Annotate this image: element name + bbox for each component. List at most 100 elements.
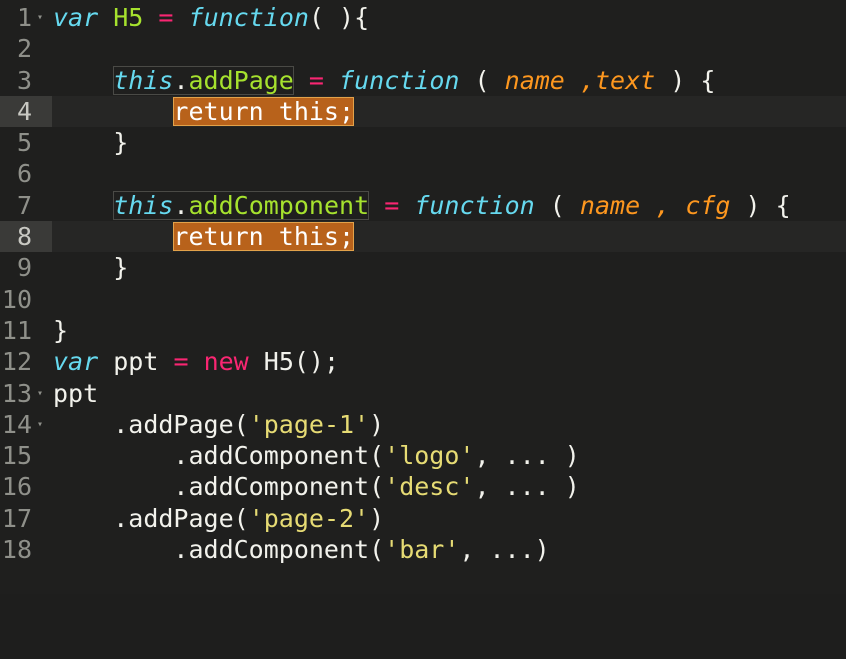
- line-number: 10: [1, 284, 32, 314]
- code-line-active[interactable]: 4 return this;: [0, 95, 846, 128]
- token-method-call: .addComponent(: [173, 535, 385, 565]
- code-text: .addComponent('bar', ...): [53, 534, 550, 565]
- code-line[interactable]: 18 .addComponent('bar', ...): [0, 534, 846, 565]
- line-gutter: 5: [0, 127, 52, 158]
- token-param: cfg: [685, 190, 731, 220]
- token-punct: ): [369, 409, 385, 439]
- line-number: 17: [1, 503, 32, 533]
- token-param: name: [579, 190, 641, 220]
- code-text: var ppt = new H5();: [53, 346, 339, 377]
- line-number: 18: [1, 535, 32, 565]
- code-line[interactable]: 12 var ppt = new H5();: [0, 346, 846, 377]
- code-line-active[interactable]: 8 return this;: [0, 221, 846, 253]
- code-line[interactable]: 17 .addPage('page-2'): [0, 503, 846, 534]
- token-string: 'logo': [384, 441, 475, 471]
- code-line[interactable]: 15 .addComponent('logo', ... ): [0, 440, 846, 471]
- code-line[interactable]: 1 ▾ var H5 = function( ){: [0, 2, 846, 33]
- line-number: 2: [16, 34, 32, 64]
- token-keyword: function: [188, 3, 309, 32]
- code-line[interactable]: 7 this.addComponent = function ( name , …: [0, 190, 846, 221]
- code-line[interactable]: 2: [0, 33, 846, 64]
- token-punct: , ... ): [474, 472, 580, 502]
- token-keyword: function: [339, 65, 460, 95]
- line-number: 9: [16, 253, 32, 283]
- token-identifier: ppt: [53, 378, 99, 408]
- code-line[interactable]: 16 .addComponent('desc', ... ): [0, 471, 846, 502]
- token-string: 'bar': [384, 535, 460, 565]
- code-line[interactable]: 5 }: [0, 127, 846, 158]
- line-number: 4: [16, 96, 32, 126]
- code-text: }: [53, 252, 128, 283]
- line-gutter: 2: [0, 33, 52, 64]
- token-punct: ): [369, 503, 385, 533]
- line-gutter: 7: [0, 190, 52, 221]
- line-gutter: 16: [0, 471, 52, 502]
- token-punct: (: [474, 65, 490, 95]
- line-gutter: 17: [0, 503, 52, 534]
- line-gutter: 8: [0, 221, 52, 253]
- token-punct: ) {: [670, 65, 716, 95]
- code-text: var H5 = function( ){: [53, 2, 369, 33]
- code-text: return this;: [53, 96, 355, 127]
- token-operator: =: [173, 347, 189, 377]
- token-string: 'page-2': [248, 503, 370, 533]
- token-operator: =: [158, 3, 174, 32]
- code-line[interactable]: 11 }: [0, 315, 846, 346]
- token-operator: =: [384, 190, 400, 220]
- fold-arrow-icon[interactable]: ▾: [37, 2, 43, 33]
- code-text: .addPage('page-1'): [53, 409, 384, 440]
- line-gutter: 14 ▾: [0, 409, 52, 440]
- token-keyword: function: [414, 190, 535, 220]
- line-number: 5: [16, 128, 32, 158]
- fold-arrow-icon[interactable]: ▾: [37, 409, 43, 440]
- line-gutter: 4: [0, 95, 52, 128]
- line-gutter: 11: [0, 315, 52, 346]
- code-text: }: [53, 315, 68, 346]
- line-number: 14: [1, 409, 32, 439]
- code-line[interactable]: 14 ▾ .addPage('page-1'): [0, 409, 846, 440]
- code-text: .addPage('page-2'): [53, 503, 384, 534]
- token-this: this: [113, 65, 174, 95]
- code-text: this.addComponent = function ( name , cf…: [53, 190, 790, 221]
- code-line[interactable]: 13 ▾ ppt: [0, 378, 846, 409]
- code-line[interactable]: 9 }: [0, 252, 846, 283]
- line-number: 12: [1, 347, 32, 377]
- code-text: .addComponent('logo', ... ): [53, 440, 580, 471]
- token-method-call: .addComponent(: [173, 472, 385, 502]
- line-number: 3: [16, 65, 32, 95]
- token-punct: (: [549, 190, 565, 220]
- token-punct: , ...): [459, 535, 550, 565]
- line-number: 7: [16, 190, 32, 220]
- line-number: 11: [1, 315, 32, 345]
- line-number: 1: [16, 3, 32, 32]
- code-text: this.addPage = function ( name ,text ) {: [53, 65, 715, 96]
- token-identifier: ppt: [113, 347, 159, 377]
- code-line[interactable]: 10: [0, 284, 846, 315]
- line-number: 8: [16, 222, 32, 252]
- line-number: 16: [1, 472, 32, 502]
- code-line[interactable]: 3 this.addPage = function ( name ,text )…: [0, 65, 846, 96]
- token-this: this: [113, 190, 174, 220]
- line-gutter: 9: [0, 252, 52, 283]
- code-editor[interactable]: 1 ▾ var H5 = function( ){ 2 3 this.addPa…: [0, 0, 846, 594]
- token-punct: , ... ): [474, 441, 580, 471]
- token-param: name: [504, 65, 565, 95]
- line-gutter: 1 ▾: [0, 2, 52, 33]
- token-keyword: new: [203, 347, 249, 377]
- code-text: .addComponent('desc', ... ): [53, 471, 580, 502]
- line-gutter: 3: [0, 65, 52, 96]
- fold-arrow-icon[interactable]: ▾: [37, 378, 43, 409]
- line-number: 15: [1, 441, 32, 471]
- code-text: ppt: [53, 378, 98, 409]
- line-gutter: 12: [0, 346, 52, 377]
- code-line[interactable]: 6: [0, 158, 846, 189]
- token-keyword: var: [53, 347, 99, 377]
- code-text: }: [53, 127, 128, 158]
- search-highlight: return this;: [173, 96, 355, 126]
- bracket-match-box: this.addComponent: [113, 191, 369, 220]
- token-method-call: .addComponent(: [173, 441, 385, 471]
- line-gutter: 10: [0, 284, 52, 315]
- token-punct: }: [53, 315, 69, 345]
- line-gutter: 13 ▾: [0, 378, 52, 409]
- line-gutter: 6: [0, 158, 52, 189]
